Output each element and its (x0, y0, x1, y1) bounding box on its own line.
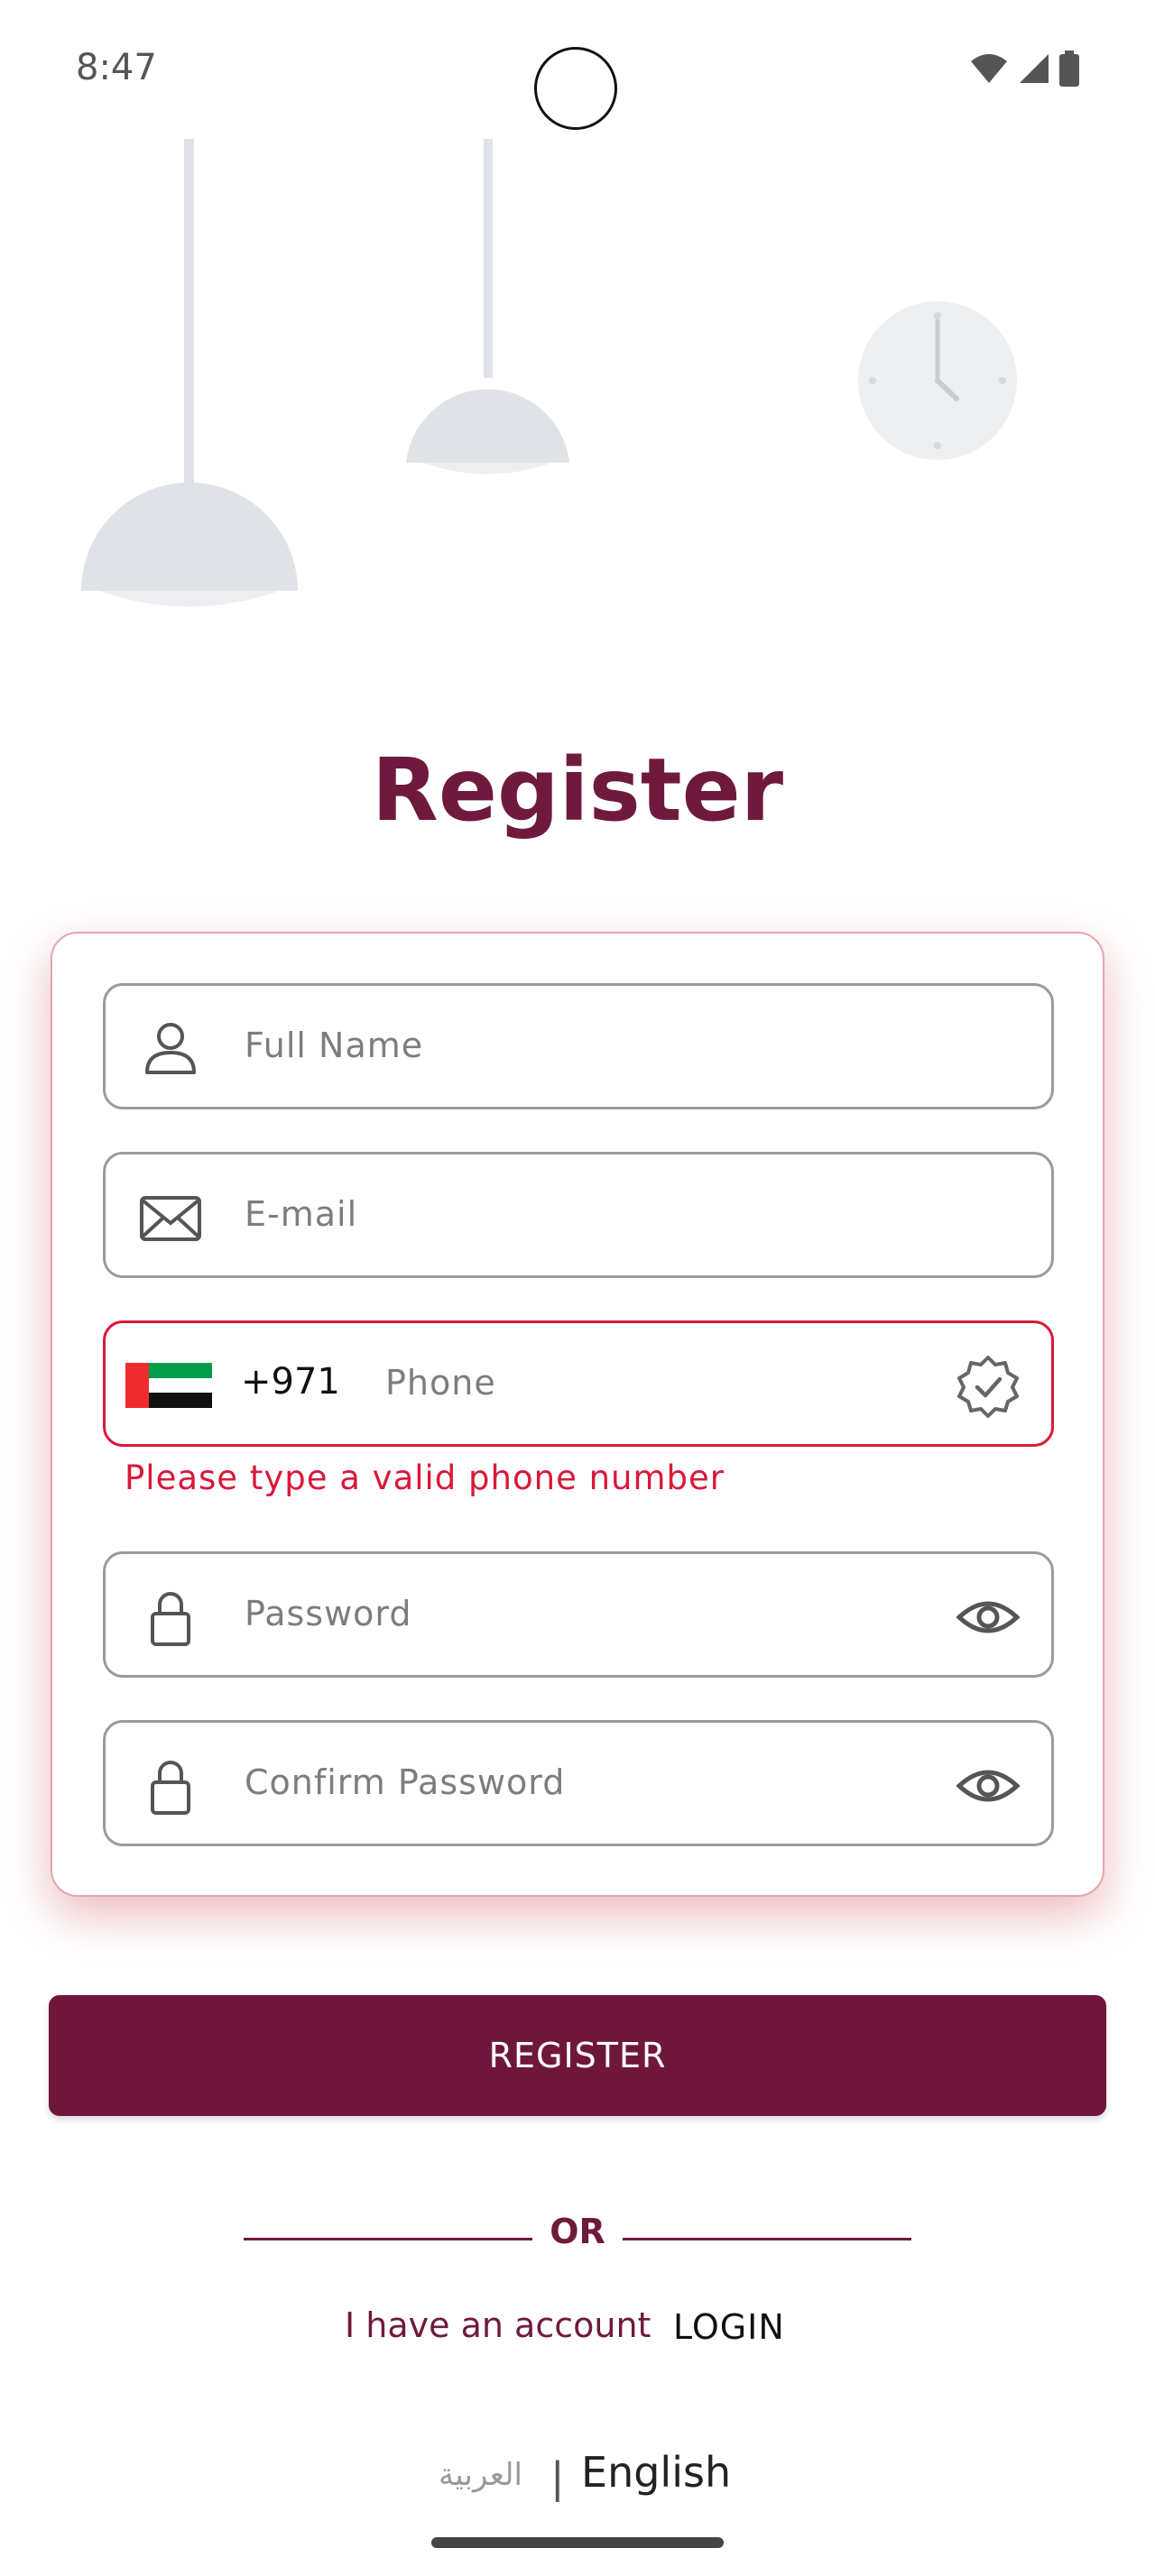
wall-clock-icon (858, 301, 1017, 460)
full-name-placeholder: Full Name (245, 1026, 424, 1065)
camera-cutout (534, 47, 617, 130)
confirm-password-placeholder: Confirm Password (245, 1762, 566, 1802)
signal-icon (1020, 54, 1049, 83)
page-title: Register (371, 740, 784, 841)
eye-icon[interactable] (956, 1585, 1021, 1650)
password-placeholder: Password (245, 1594, 412, 1633)
battery-icon (1059, 51, 1079, 87)
lock-icon (151, 1761, 190, 1815)
confirm-password-field[interactable]: Confirm Password (103, 1720, 1054, 1846)
password-field[interactable]: Password (103, 1551, 1054, 1678)
language-separator: | (550, 2453, 565, 2502)
full-name-field[interactable]: Full Name (103, 983, 1054, 1109)
or-label: OR (550, 2212, 605, 2251)
register-button[interactable]: REGISTER (49, 1995, 1106, 2116)
language-arabic[interactable]: العربية (439, 2457, 522, 2493)
lock-icon (151, 1592, 190, 1646)
language-english[interactable]: English (581, 2448, 731, 2497)
uae-flag-icon[interactable] (125, 1363, 212, 1409)
lamps-illustration (81, 139, 1017, 607)
email-field[interactable]: E-mail (103, 1152, 1054, 1278)
envelope-icon (140, 1196, 201, 1241)
status-icons (969, 51, 1079, 87)
divider-right (623, 2238, 911, 2240)
register-form-card: Full Name E-mail +971 Phone Please type … (51, 932, 1104, 1897)
phone-error-message: Please type a valid phone number (125, 1458, 725, 1497)
email-placeholder: E-mail (245, 1194, 358, 1234)
phone-field[interactable]: +971 Phone (103, 1320, 1054, 1447)
have-account-text: I have an account (345, 2305, 651, 2345)
hanging-lamp-small (406, 139, 569, 474)
phone-placeholder: Phone (385, 1363, 496, 1403)
wifi-icon (971, 54, 1007, 83)
home-indicator[interactable] (431, 2537, 724, 2548)
user-icon (145, 1023, 196, 1074)
status-time: 8:47 (76, 47, 157, 88)
country-code[interactable]: +971 (241, 1361, 340, 1403)
hanging-lamp-large (81, 139, 298, 607)
eye-icon[interactable] (956, 1753, 1021, 1818)
login-link[interactable]: LOGIN (673, 2307, 785, 2347)
verified-badge-icon (957, 1356, 1019, 1418)
